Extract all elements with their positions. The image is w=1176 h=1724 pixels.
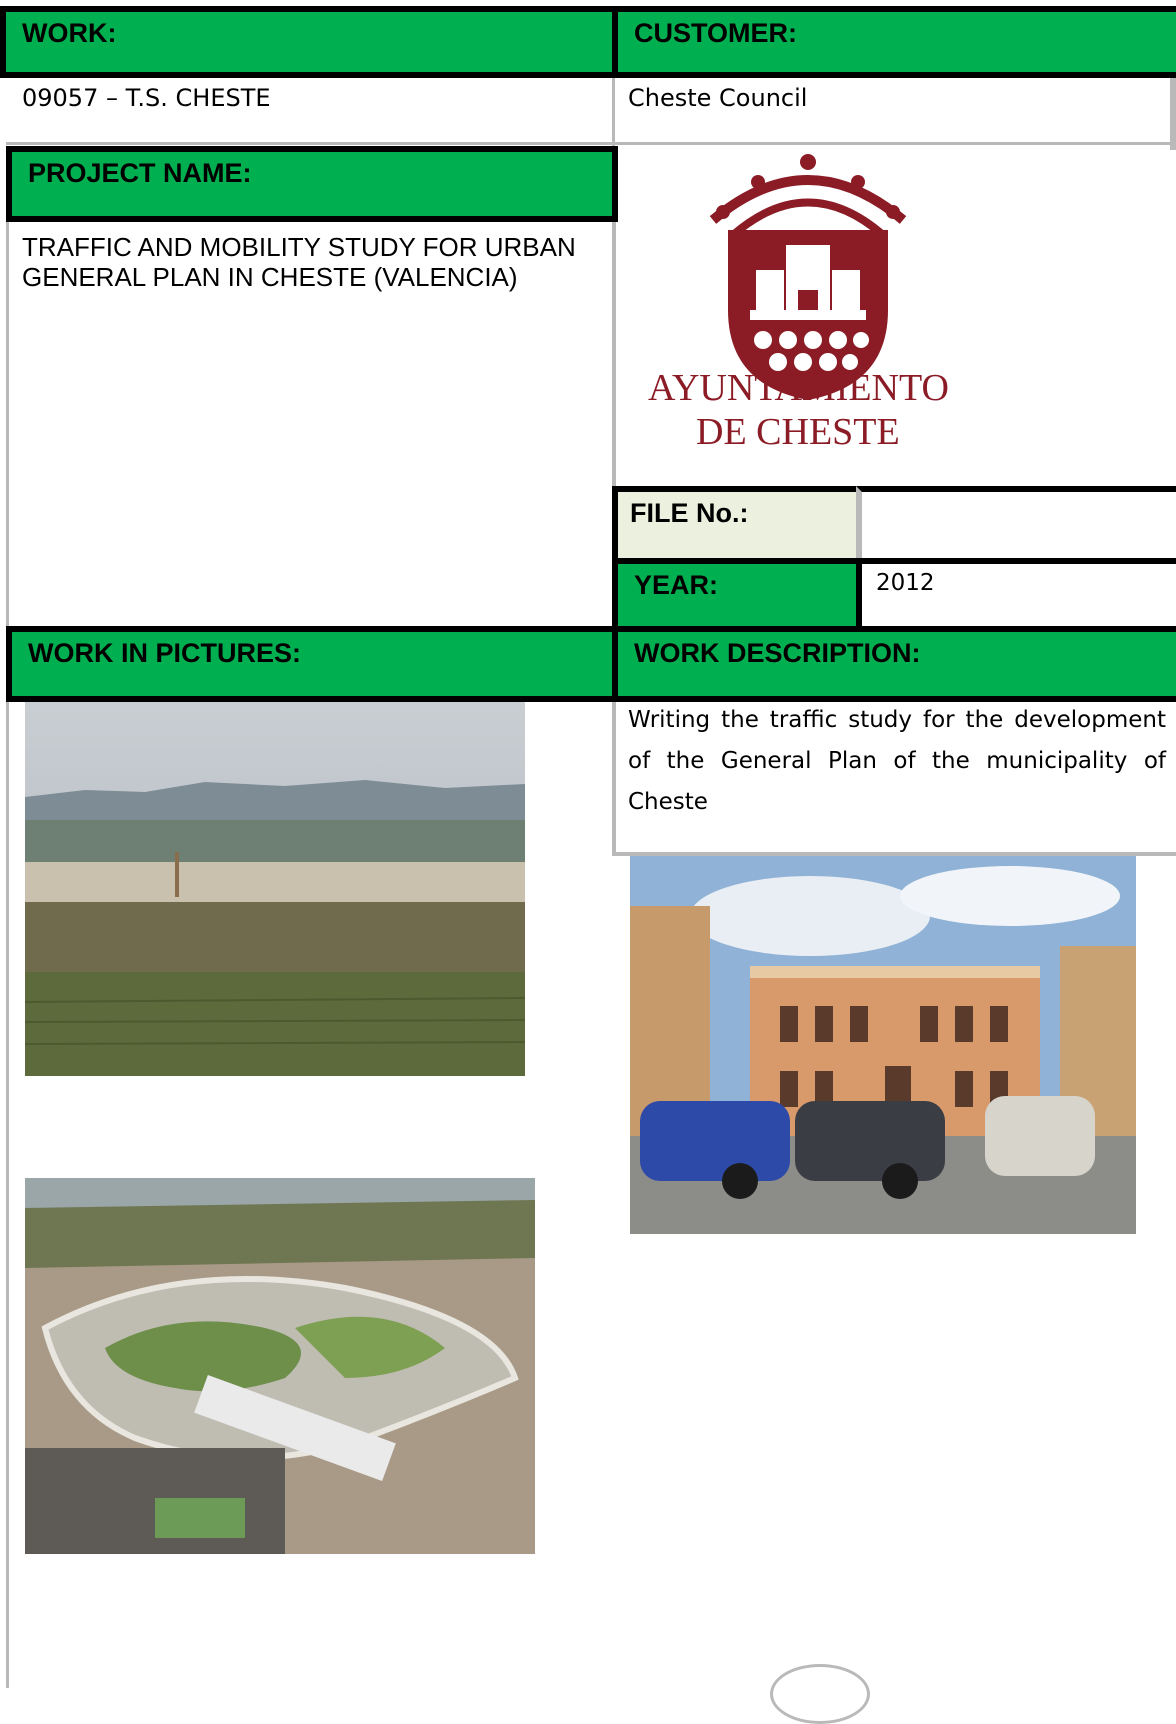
- logo-text-line1: AYUNTAMIENTO: [648, 367, 949, 409]
- customer-label: CUSTOMER:: [612, 6, 1176, 78]
- bottom-circle-decoration: [770, 1664, 870, 1724]
- left-border-line: [6, 650, 9, 1688]
- work-description-text: Writing the traffic study for the develo…: [628, 707, 1166, 815]
- year-value: 2012: [876, 570, 935, 596]
- town-hall-photo: [630, 856, 1136, 1234]
- project-name-label: PROJECT NAME:: [6, 146, 618, 222]
- desc-left-line: [612, 700, 616, 856]
- racing-circuit-photo: [25, 1178, 535, 1554]
- work-value: 09057 – T.S. CHESTE: [22, 84, 271, 112]
- work-in-pictures-label: WORK IN PICTURES:: [6, 626, 618, 702]
- project-name-value: TRAFFIC AND MOBILITY STUDY FOR URBAN GEN…: [22, 232, 576, 292]
- customer-value: Cheste Council: [628, 84, 808, 112]
- file-no-label: FILE No.:: [612, 486, 862, 564]
- file-no-value-cell: [856, 486, 1176, 564]
- left-column-gray-line: [6, 218, 9, 628]
- work-description-label: WORK DESCRIPTION:: [612, 626, 1176, 702]
- year-label: YEAR:: [612, 558, 862, 630]
- logo-text-line2: DE CHESTE: [696, 411, 900, 453]
- row-gray-line: [6, 142, 1176, 145]
- town-panorama-photo: [25, 702, 525, 1076]
- work-label: WORK:: [0, 6, 618, 78]
